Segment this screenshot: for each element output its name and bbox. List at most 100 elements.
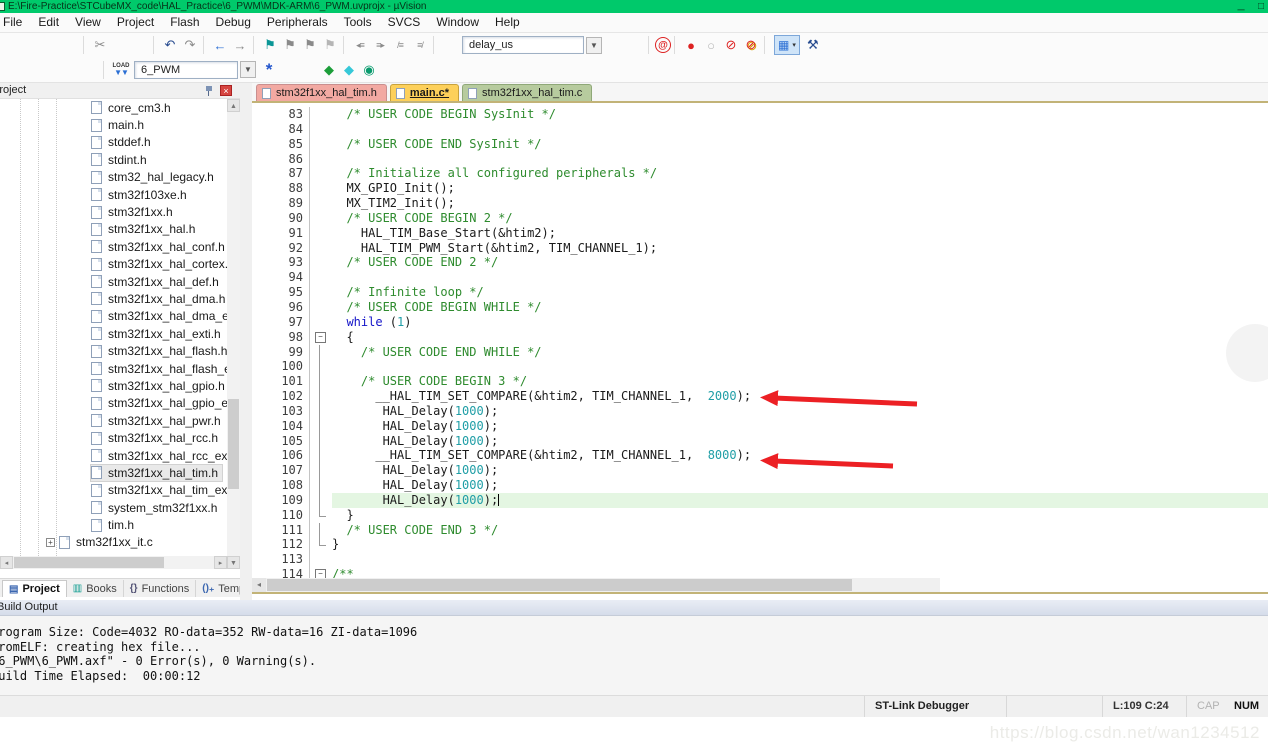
tree-item[interactable]: stm32f1xx_hal_rcc.h xyxy=(0,429,227,446)
prev-function-icon[interactable]: ◆ xyxy=(339,61,359,79)
tree-item[interactable]: stm32f1xx_hal_pwr.h xyxy=(0,412,227,429)
menu-item[interactable]: Flash xyxy=(162,13,207,32)
code-line[interactable]: 104 HAL_Delay(1000); xyxy=(252,419,1268,434)
options-for-target-icon[interactable]: * xyxy=(259,61,279,79)
next-function-icon[interactable]: ◆ xyxy=(319,61,339,79)
minimize-button[interactable]: ─ xyxy=(1228,4,1254,13)
manage-items-icon[interactable] xyxy=(279,61,299,79)
code-line[interactable]: 100 xyxy=(252,359,1268,374)
cascade-windows-icon[interactable] xyxy=(299,61,319,79)
code-line[interactable]: 112 } xyxy=(252,537,1268,552)
menu-item[interactable]: Edit xyxy=(30,13,67,32)
tree-item[interactable]: stm32f1xx_hal_flash.h xyxy=(0,342,227,359)
fold-marker[interactable] xyxy=(310,552,332,567)
fold-marker[interactable] xyxy=(310,181,332,196)
cut-icon[interactable]: ✂ xyxy=(90,36,110,54)
tree-item[interactable]: core_cm3.h xyxy=(0,99,227,116)
code-line[interactable]: 98 { xyxy=(252,330,1268,345)
fold-marker[interactable] xyxy=(310,300,332,315)
tree-item[interactable]: stm32_hal_legacy.h xyxy=(0,169,227,186)
code-text[interactable]: /* USER CODE END 3 */ xyxy=(332,523,1268,538)
indent-icon[interactable]: ≡▸ xyxy=(370,36,390,54)
menu-item[interactable]: View xyxy=(67,13,109,32)
code-text[interactable]: MX_TIM2_Init(); xyxy=(332,196,1268,211)
scrollbar-thumb[interactable] xyxy=(267,579,852,591)
fold-marker[interactable] xyxy=(310,463,332,478)
bookmark-clear-icon[interactable]: ⚑ xyxy=(320,36,340,54)
tree-item[interactable]: tim.h xyxy=(0,516,227,533)
code-text[interactable]: /* USER CODE BEGIN SysInit */ xyxy=(332,107,1268,122)
fold-marker[interactable] xyxy=(310,137,332,152)
code-line[interactable]: 89 MX_TIM2_Init(); xyxy=(252,196,1268,211)
code-text[interactable]: /* Initialize all configured peripherals… xyxy=(332,166,1268,181)
tree-item[interactable]: stm32f1xx_hal_flash_ex.h xyxy=(0,360,227,377)
code-text[interactable]: /* Infinite loop */ xyxy=(332,285,1268,300)
target-select[interactable]: 6_PWM xyxy=(134,61,238,79)
menu-item[interactable]: Peripherals xyxy=(259,13,336,32)
code-line[interactable]: 106 __HAL_TIM_SET_COMPARE(&htim2, TIM_CH… xyxy=(252,448,1268,463)
fold-marker[interactable] xyxy=(310,330,332,345)
fold-marker[interactable] xyxy=(310,107,332,122)
tree-item[interactable]: stm32f1xx_hal_dma_ex.h xyxy=(0,308,227,325)
editor-tab[interactable]: main.c* xyxy=(390,84,459,101)
code-line[interactable]: 86 xyxy=(252,152,1268,167)
code-line[interactable]: 93 /* USER CODE END 2 */ xyxy=(252,255,1268,270)
tree-item[interactable]: stm32f1xx_hal_tim_ex.h xyxy=(0,482,227,499)
code-line[interactable]: 85 /* USER CODE END SysInit */ xyxy=(252,137,1268,152)
fold-marker[interactable] xyxy=(310,448,332,463)
search-input[interactable]: delay_us xyxy=(463,39,583,51)
maximize-button[interactable]: □ xyxy=(1254,0,1268,13)
code-editor[interactable]: 83 /* USER CODE BEGIN SysInit */ 84 85 xyxy=(252,103,1268,578)
code-text[interactable]: while (1) xyxy=(332,315,1268,330)
code-line[interactable]: 99 /* USER CODE END WHILE */ xyxy=(252,345,1268,360)
code-text[interactable] xyxy=(332,152,1268,167)
code-text[interactable]: HAL_Delay(1000); xyxy=(332,419,1268,434)
navigate-back-icon[interactable]: ← xyxy=(210,36,230,54)
code-text[interactable] xyxy=(332,270,1268,285)
redo-icon[interactable]: ↷ xyxy=(180,36,200,54)
code-text[interactable]: HAL_TIM_PWM_Start(&htim2, TIM_CHANNEL_1)… xyxy=(332,241,1268,256)
panel-tab[interactable]: {} Functions xyxy=(124,580,197,597)
tree-item[interactable]: stm32f1xx_hal_gpio_ex.h xyxy=(0,395,227,412)
pack-installer-icon[interactable]: ◉ xyxy=(359,61,379,79)
editor-tab[interactable]: stm32f1xx_hal_tim.c xyxy=(462,84,592,101)
tree-item[interactable]: stddef.h xyxy=(0,134,227,151)
code-line[interactable]: 111 /* USER CODE END 3 */ xyxy=(252,523,1268,538)
code-text[interactable]: /* USER CODE BEGIN WHILE */ xyxy=(332,300,1268,315)
load-flash-icon[interactable]: LOAD ▼▼ xyxy=(110,61,132,79)
fold-marker[interactable] xyxy=(310,196,332,211)
scroll-left-icon[interactable]: ◂ xyxy=(0,556,13,569)
save-all-icon[interactable] xyxy=(60,36,80,54)
tree-item[interactable]: + stm32f1xx_it.c xyxy=(0,534,227,551)
fold-marker[interactable] xyxy=(310,122,332,137)
tree-item[interactable]: stm32f1xx_hal_dma.h xyxy=(0,290,227,307)
code-line[interactable]: 95 /* Infinite loop */ xyxy=(252,285,1268,300)
code-line[interactable]: 83 /* USER CODE BEGIN SysInit */ xyxy=(252,107,1268,122)
find-in-files-icon[interactable] xyxy=(440,36,460,54)
fold-marker[interactable] xyxy=(310,404,332,419)
code-line[interactable]: 103 HAL_Delay(1000); xyxy=(252,404,1268,419)
menu-item[interactable]: Tools xyxy=(336,13,380,32)
target-dropdown-icon[interactable]: ▼ xyxy=(240,61,256,78)
navigate-forward-icon[interactable]: → xyxy=(230,36,250,54)
code-text[interactable]: HAL_TIM_Base_Start(&htim2); xyxy=(332,226,1268,241)
code-text[interactable]: /** xyxy=(332,567,1268,578)
code-text[interactable]: MX_GPIO_Init(); xyxy=(332,181,1268,196)
enable-breakpoint-icon[interactable]: ○ xyxy=(701,36,721,54)
bookmark-next-icon[interactable]: ⚑ xyxy=(300,36,320,54)
panel-tab[interactable]: ▥ Books xyxy=(67,580,124,597)
fold-marker[interactable] xyxy=(310,166,332,181)
code-line[interactable]: 91 HAL_TIM_Base_Start(&htim2); xyxy=(252,226,1268,241)
code-line[interactable]: 109 HAL_Delay(1000); xyxy=(252,493,1268,508)
tree-item[interactable]: stm32f1xx_hal_def.h xyxy=(0,273,227,290)
fold-marker[interactable] xyxy=(310,434,332,449)
code-line[interactable]: 101 /* USER CODE BEGIN 3 */ xyxy=(252,374,1268,389)
editor-tab[interactable]: stm32f1xx_hal_tim.h xyxy=(256,84,387,101)
code-line[interactable]: 107 HAL_Delay(1000); xyxy=(252,463,1268,478)
new-file-icon[interactable] xyxy=(0,36,20,54)
fold-marker[interactable] xyxy=(310,374,332,389)
tree-item[interactable]: stm32f103xe.h xyxy=(0,186,227,203)
menu-item[interactable]: Debug xyxy=(208,13,259,32)
fold-marker[interactable] xyxy=(310,315,332,330)
code-text[interactable]: /* USER CODE BEGIN 2 */ xyxy=(332,211,1268,226)
